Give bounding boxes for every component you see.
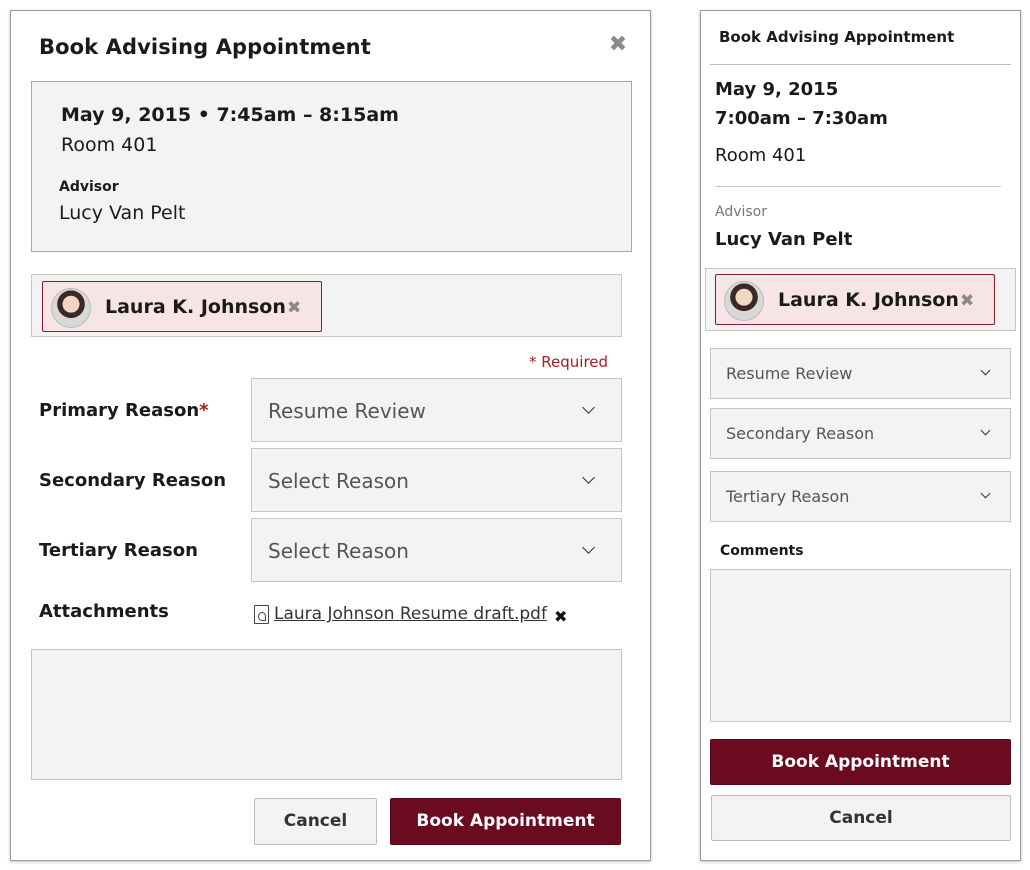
appointment-date: May 9, 2015 (715, 79, 839, 100)
remove-attachment-icon[interactable]: ✖ (554, 607, 567, 626)
chevron-down-icon (582, 471, 595, 484)
cancel-button[interactable]: Cancel (254, 798, 377, 845)
pdf-file-icon (254, 605, 269, 624)
attendee-field[interactable]: Laura K. Johnson ✖ (705, 268, 1016, 331)
advisor-label: Advisor (59, 179, 119, 195)
attendee-name: Laura K. Johnson (105, 296, 286, 318)
primary-reason-value: Resume Review (268, 399, 426, 423)
tertiary-reason-select[interactable]: Select Reason (251, 518, 622, 582)
primary-reason-select[interactable]: Resume Review (710, 348, 1011, 399)
secondary-reason-label: Secondary Reason (39, 470, 227, 491)
book-appointment-button[interactable]: Book Appointment (390, 798, 621, 845)
chevron-down-icon (582, 541, 595, 554)
appointment-time: 7:00am – 7:30am (715, 108, 888, 129)
remove-attendee-icon[interactable]: ✖ (960, 291, 974, 311)
primary-reason-value: Resume Review (726, 364, 853, 383)
advisor-name: Lucy Van Pelt (59, 202, 186, 224)
avatar (51, 288, 91, 328)
divider (715, 186, 1001, 187)
secondary-reason-select[interactable]: Select Reason (251, 448, 622, 512)
remove-attendee-icon[interactable]: ✖ (287, 298, 301, 318)
cancel-button[interactable]: Cancel (711, 795, 1011, 841)
advisor-name: Lucy Van Pelt (715, 229, 853, 250)
mobile-booking-dialog: Book Advising Appointment May 9, 2015 7:… (700, 10, 1021, 861)
chevron-down-icon (980, 365, 991, 376)
dialog-title: Book Advising Appointment (39, 35, 371, 59)
primary-reason-label: Primary Reason* (39, 400, 209, 421)
secondary-reason-value: Secondary Reason (726, 424, 875, 443)
appointment-details: May 9, 2015 • 7:45am – 8:15am Room 401 A… (31, 81, 632, 252)
chevron-down-icon (582, 401, 595, 414)
required-star: * (199, 400, 209, 421)
comments-textarea[interactable] (710, 569, 1011, 722)
chevron-down-icon (980, 488, 991, 499)
required-note: * Required (529, 353, 609, 371)
chevron-down-icon (980, 425, 991, 436)
secondary-reason-value: Select Reason (268, 469, 409, 493)
appointment-datetime: May 9, 2015 • 7:45am – 8:15am (61, 104, 399, 126)
primary-reason-select[interactable]: Resume Review (251, 378, 622, 442)
tertiary-reason-value: Select Reason (268, 539, 409, 563)
advisor-label: Advisor (715, 204, 768, 220)
dialog-title: Book Advising Appointment (719, 28, 955, 46)
divider (710, 64, 1011, 65)
avatar (724, 281, 764, 321)
attendee-chip[interactable]: Laura K. Johnson ✖ (715, 274, 995, 325)
attendee-name: Laura K. Johnson (778, 289, 959, 311)
appointment-room: Room 401 (61, 134, 158, 156)
attendee-chip[interactable]: Laura K. Johnson ✖ (42, 281, 322, 332)
book-appointment-button[interactable]: Book Appointment (710, 739, 1011, 785)
tertiary-reason-value: Tertiary Reason (726, 487, 850, 506)
comments-label: Comments (720, 543, 804, 559)
close-icon[interactable]: ✖ (608, 34, 628, 56)
tertiary-reason-select[interactable]: Tertiary Reason (710, 471, 1011, 522)
attachments-label: Attachments (39, 601, 169, 622)
attachment-link[interactable]: Laura Johnson Resume draft.pdf (274, 604, 547, 624)
attendee-field[interactable]: Laura K. Johnson ✖ (31, 274, 622, 337)
appointment-room: Room 401 (715, 145, 807, 166)
desktop-booking-dialog: Book Advising Appointment ✖ May 9, 2015 … (10, 10, 651, 861)
secondary-reason-select[interactable]: Secondary Reason (710, 408, 1011, 459)
comments-textarea[interactable] (31, 649, 622, 780)
tertiary-reason-label: Tertiary Reason (39, 540, 198, 561)
